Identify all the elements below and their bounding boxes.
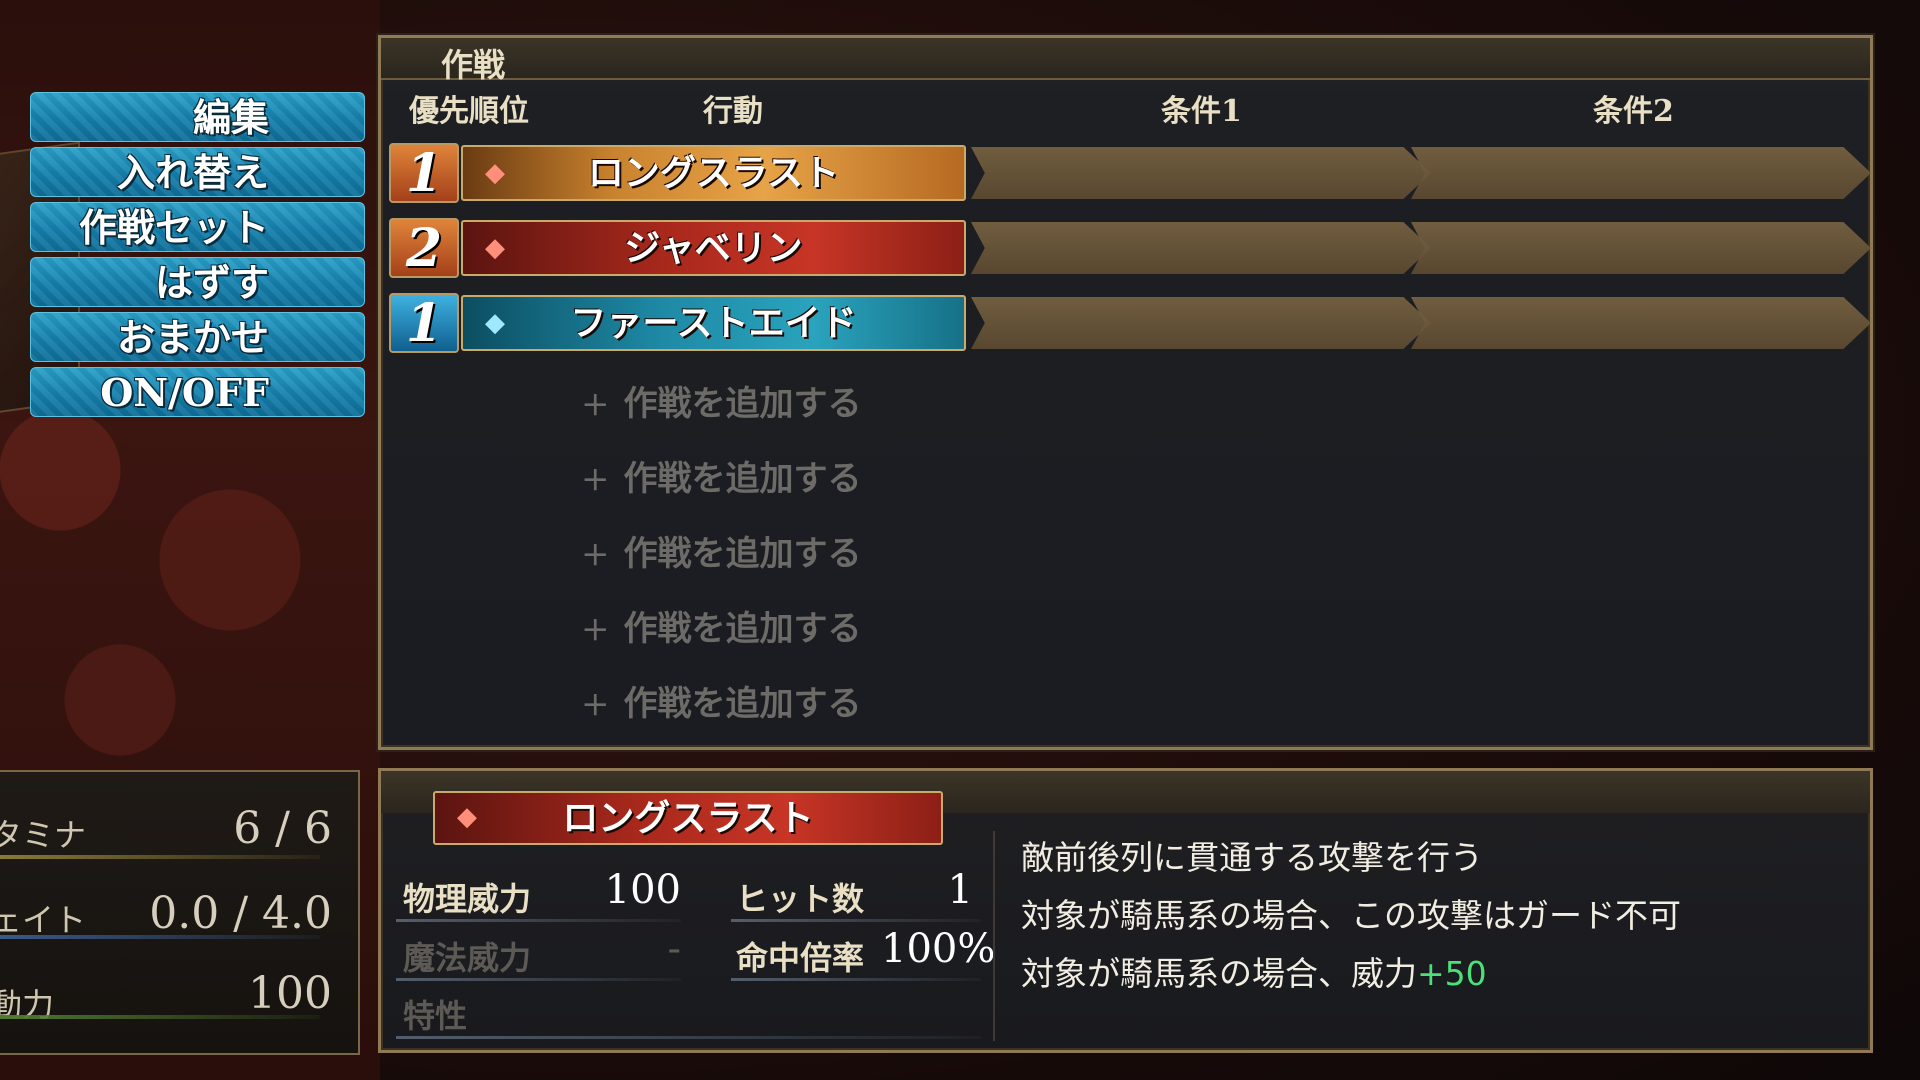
plus-icon: + [581, 459, 610, 499]
red-gem-icon: ◆ [485, 158, 505, 188]
header-condition-1: 条件1 [1161, 94, 1242, 129]
menu-item-on-off[interactable]: ON/OFF [30, 367, 365, 417]
condition-2-slot[interactable] [1411, 147, 1871, 199]
add-tactic-label: 作戦を追加する [623, 684, 862, 724]
description-line-1: 敵前後列に貫通する攻撃を行う [1021, 838, 1483, 877]
add-tactic-label: 作戦を追加する [623, 609, 862, 649]
action-label: ジャベリン [624, 227, 803, 269]
description-line-2: 対象が騎馬系の場合、この攻撃はガード不可 [1021, 896, 1681, 935]
panel-title: 作戦 [441, 46, 506, 84]
stamina-value: 6 / 6 [233, 803, 332, 854]
description-divider [993, 831, 995, 1041]
stat-underline [396, 1036, 981, 1039]
add-tactic-slot[interactable]: + 作戦を追加する [581, 451, 862, 500]
add-tactic-slot[interactable]: + 作戦を追加する [581, 376, 862, 425]
stat-underline [731, 978, 981, 981]
stamina-label: タミナ [0, 816, 87, 854]
physical-power-value: 100 [604, 867, 681, 913]
menu-item-remove[interactable]: はずす [30, 257, 365, 307]
condition-1-slot[interactable] [971, 147, 1431, 199]
red-gem-icon: ◆ [485, 233, 505, 263]
plus-icon: + [581, 534, 610, 574]
condition-1-slot[interactable] [971, 222, 1431, 274]
stat-underline [396, 919, 681, 922]
tactics-panel: 作戦 優先順位 行動 条件1 条件2 1 ◆ ロングスラスト 2 ◆ ジャベリン… [378, 35, 1873, 750]
menu-item-tactic-set[interactable]: 作戦セット [30, 202, 365, 252]
panel-header-bar [381, 38, 1870, 80]
accuracy-value: 100% [881, 926, 996, 972]
plus-icon: + [581, 609, 610, 649]
add-tactic-label: 作戦を追加する [623, 534, 862, 574]
red-gem-icon: ◆ [457, 802, 477, 832]
magic-power-value: - [667, 926, 681, 972]
action-slot[interactable]: ◆ ファーストエイド [461, 295, 966, 351]
tactic-row[interactable]: 1 ◆ ファーストエイド [381, 293, 1876, 355]
action-slot[interactable]: ◆ ロングスラスト [461, 145, 966, 201]
weight-bar [0, 935, 320, 939]
priority-badge: 1 [389, 293, 459, 353]
selected-action-label: ロングスラスト [562, 797, 814, 839]
plus-icon: + [581, 384, 610, 424]
blue-gem-icon: ◆ [485, 308, 505, 338]
action-power-value: 100 [248, 968, 332, 1019]
tactic-row[interactable]: 1 ◆ ロングスラスト [381, 143, 1876, 205]
header-action: 行動 [703, 94, 763, 129]
hit-count-value: 1 [947, 867, 973, 913]
header-condition-2: 条件2 [1593, 94, 1674, 129]
action-label: ファーストエイド [570, 302, 857, 344]
action-power-label: 動力 [0, 986, 55, 1024]
physical-power-label: 物理威力 [403, 880, 532, 918]
hit-count-label: ヒット数 [736, 880, 865, 918]
weight-value: 0.0 / 4.0 [149, 888, 332, 939]
action-label: ロングスラスト [587, 152, 840, 194]
stat-underline [396, 978, 681, 981]
description-line-3-text: 対象が騎馬系の場合、威力 [1021, 954, 1417, 993]
plus-icon: + [581, 684, 610, 724]
skill-detail-panel: ◆ ロングスラスト 物理威力 100 ヒット数 1 魔法威力 - 命中倍率 10… [378, 768, 1873, 1053]
tactic-row[interactable]: 2 ◆ ジャベリン [381, 218, 1876, 280]
action-slot[interactable]: ◆ ジャベリン [461, 220, 966, 276]
condition-2-slot[interactable] [1411, 222, 1871, 274]
add-tactic-slot[interactable]: + 作戦を追加する [581, 601, 862, 650]
condition-2-slot[interactable] [1411, 297, 1871, 349]
menu-item-auto[interactable]: おまかせ [30, 312, 365, 362]
command-menu: 編集 入れ替え 作戦セット はずす おまかせ ON/OFF [30, 92, 365, 422]
stat-underline [731, 919, 981, 922]
priority-badge: 2 [389, 218, 459, 278]
add-tactic-slot[interactable]: + 作戦を追加する [581, 526, 862, 575]
add-tactic-slot[interactable]: + 作戦を追加する [581, 676, 862, 725]
trait-label: 特性 [403, 997, 468, 1035]
stamina-bar [0, 855, 320, 859]
add-tactic-label: 作戦を追加する [623, 459, 862, 499]
description-line-3: 対象が騎馬系の場合、威力+50 [1021, 947, 1487, 995]
magic-power-label: 魔法威力 [403, 939, 532, 977]
menu-item-swap[interactable]: 入れ替え [30, 147, 365, 197]
priority-badge: 1 [389, 143, 459, 203]
menu-item-edit[interactable]: 編集 [30, 92, 365, 142]
action-power-bar [0, 1015, 320, 1019]
add-tactic-label: 作戦を追加する [623, 384, 862, 424]
condition-1-slot[interactable] [971, 297, 1431, 349]
accuracy-label: 命中倍率 [736, 939, 865, 977]
header-priority: 優先順位 [409, 94, 529, 129]
power-bonus-highlight: +50 [1417, 954, 1487, 993]
selected-action-banner: ◆ ロングスラスト [433, 791, 943, 845]
